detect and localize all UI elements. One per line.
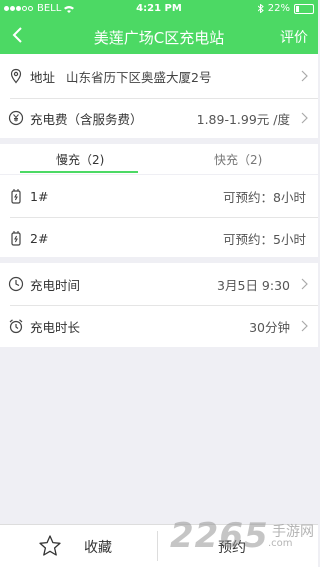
charge-duration-value: 30分钟 <box>249 319 290 335</box>
tab-slow-charge[interactable]: 慢充（2) <box>56 151 104 168</box>
star-icon <box>39 535 61 556</box>
charger-plug-icon <box>11 231 21 246</box>
charge-time-row[interactable]: 充电时间 3月5日 9:30 <box>0 265 318 303</box>
battery-icon <box>294 3 314 14</box>
alarm-clock-icon <box>9 319 23 334</box>
favorite-label: 收藏 <box>84 540 112 556</box>
clock-icon <box>8 276 24 292</box>
charge-duration-label: 充电时长 <box>30 319 81 335</box>
fee-label: 充电费（含服务费） <box>30 111 143 127</box>
address-value: 山东省历下区奥盛大厦2号 <box>66 69 212 85</box>
favorite-button[interactable]: 收藏 <box>0 525 157 567</box>
yen-coin-icon <box>8 110 24 126</box>
status-right: 22% <box>257 3 314 14</box>
charger-availability: 可预约：8小时 <box>223 189 306 205</box>
page-title: 美莲广场C区充电站 <box>93 29 225 47</box>
charge-duration-row[interactable]: 充电时长 30分钟 <box>0 307 318 345</box>
battery-percent: 22% <box>267 3 290 14</box>
chevron-right-icon <box>301 320 308 332</box>
charger-name: 1# <box>30 188 49 204</box>
tab-fast-charge[interactable]: 快充（2) <box>214 151 262 168</box>
watermark-number: 2265 <box>170 516 269 556</box>
chevron-right-icon <box>301 278 308 290</box>
fee-row[interactable]: 充电费（含服务费） 1.89-1.99元 /度 <box>0 99 318 137</box>
navigation-bar: 美莲广场C区充电站 评价 <box>0 18 318 54</box>
address-label: 地址 <box>30 69 56 85</box>
chevron-right-icon <box>301 112 308 124</box>
charge-settings-section: 充电时间 3月5日 9:30 充电时长 30分钟 <box>0 263 318 347</box>
charger-name: 2# <box>30 230 49 246</box>
list-item[interactable]: 2# 可预约：5小时 <box>0 219 318 257</box>
location-pin-icon <box>10 68 22 84</box>
review-button[interactable]: 评价 <box>280 27 308 47</box>
divider <box>10 305 318 306</box>
status-bar: BELL 4:21 PM 22% <box>0 0 318 18</box>
charger-plug-icon <box>11 189 21 204</box>
charge-time-value: 3月5日 9:30 <box>217 277 290 293</box>
watermark-brand: 手游网 <box>272 524 314 540</box>
charge-time-label: 充电时间 <box>30 277 81 293</box>
station-info-section: 地址 山东省历下区奥盛大厦2号 充电费（含服务费） 1.89-1.99元 /度 <box>0 54 318 138</box>
divider <box>10 217 318 218</box>
charger-type-tabs: 慢充（2) 快充（2) <box>0 144 318 174</box>
address-row[interactable]: 地址 山东省历下区奥盛大厦2号 <box>0 57 318 95</box>
charger-availability: 可预约：5小时 <box>223 231 306 247</box>
list-item[interactable]: 1# 可预约：8小时 <box>0 177 318 215</box>
fee-value: 1.89-1.99元 /度 <box>196 111 290 127</box>
bluetooth-icon <box>257 4 264 13</box>
chevron-right-icon <box>301 70 308 82</box>
active-tab-indicator <box>20 171 138 173</box>
charger-list: 1# 可预约：8小时 2# 可预约：5小时 <box>0 175 318 257</box>
